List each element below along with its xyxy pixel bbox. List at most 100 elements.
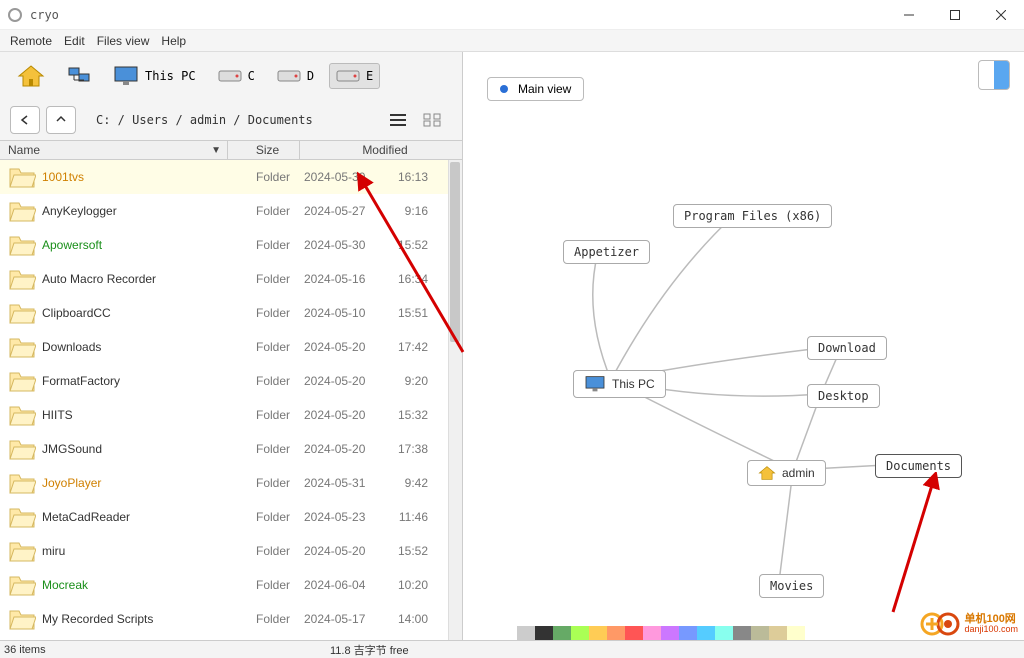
file-name: 1001tvs — [42, 170, 226, 184]
file-type: Folder — [226, 340, 298, 354]
file-type: Folder — [226, 306, 298, 320]
color-strip — [499, 626, 805, 640]
file-date: 2024-05-20 — [298, 374, 378, 388]
color-swatch[interactable] — [571, 626, 589, 640]
node-desktop[interactable]: Desktop — [807, 384, 880, 408]
file-row[interactable]: JMGSound Folder 2024-05-20 17:38 — [0, 432, 462, 466]
color-swatch[interactable] — [607, 626, 625, 640]
node-admin[interactable]: admin — [747, 460, 826, 486]
node-appetizer[interactable]: Appetizer — [563, 240, 650, 264]
color-swatch[interactable] — [661, 626, 679, 640]
drive-d-button[interactable]: D — [270, 63, 321, 89]
status-free: 11.8 吉字节 free — [320, 642, 409, 658]
menu-files-view[interactable]: Files view — [97, 34, 150, 48]
drive-toolbar: This PC C D E — [0, 52, 462, 100]
color-swatch[interactable] — [535, 626, 553, 640]
file-row[interactable]: My Recorded Scripts Folder 2024-05-17 14… — [0, 602, 462, 636]
color-swatch[interactable] — [643, 626, 661, 640]
file-time: 9:42 — [378, 476, 428, 490]
folder-icon — [8, 436, 36, 462]
network-button[interactable] — [60, 61, 98, 91]
status-items: 36 items — [0, 644, 320, 656]
drive-e-label: E — [366, 69, 373, 83]
color-swatch[interactable] — [697, 626, 715, 640]
file-row[interactable]: HIITS Folder 2024-05-20 15:32 — [0, 398, 462, 432]
watermark-line2: danji100.com — [964, 625, 1018, 634]
red-arrow-annotation — [883, 472, 1003, 622]
grid-view-button[interactable] — [418, 108, 446, 132]
color-swatch[interactable] — [715, 626, 733, 640]
file-date: 2024-05-17 — [298, 612, 378, 626]
list-header: Name▼ Size Modified — [0, 140, 462, 160]
maximize-button[interactable] — [932, 0, 978, 30]
file-type: Folder — [226, 544, 298, 558]
file-time: 9:20 — [378, 374, 428, 388]
file-type: Folder — [226, 510, 298, 524]
statusbar: 36 items 11.8 吉字节 free — [0, 640, 1024, 658]
folder-icon — [8, 266, 36, 292]
home-icon — [758, 465, 776, 481]
disk-icon — [336, 68, 360, 84]
file-name: Apowersoft — [42, 238, 226, 252]
folder-icon — [8, 300, 36, 326]
color-swatch[interactable] — [733, 626, 751, 640]
breadcrumb[interactable]: C: / Users / admin / Documents — [82, 113, 378, 127]
col-modified[interactable]: Modified — [300, 141, 462, 159]
color-swatch[interactable] — [625, 626, 643, 640]
col-size[interactable]: Size — [228, 141, 300, 159]
file-type: Folder — [226, 578, 298, 592]
folder-icon — [8, 470, 36, 496]
color-swatch[interactable] — [553, 626, 571, 640]
color-swatch[interactable] — [769, 626, 787, 640]
node-this-pc[interactable]: This PC — [573, 370, 666, 398]
file-type: Folder — [226, 442, 298, 456]
file-row[interactable]: miru Folder 2024-05-20 15:52 — [0, 534, 462, 568]
file-row[interactable]: JoyoPlayer Folder 2024-05-31 9:42 — [0, 466, 462, 500]
node-download[interactable]: Download — [807, 336, 887, 360]
drive-c-button[interactable]: C — [211, 63, 262, 89]
file-row[interactable]: Mocreak Folder 2024-06-04 10:20 — [0, 568, 462, 602]
file-row[interactable]: FormatFactory Folder 2024-05-20 9:20 — [0, 364, 462, 398]
file-row[interactable]: MetaCadReader Folder 2024-05-23 11:46 — [0, 500, 462, 534]
menu-edit[interactable]: Edit — [64, 34, 85, 48]
this-pc-label: This PC — [145, 69, 196, 83]
file-date: 2024-05-23 — [298, 510, 378, 524]
drive-e-button[interactable]: E — [329, 63, 380, 89]
folder-icon — [8, 368, 36, 394]
file-time: 15:52 — [378, 544, 428, 558]
color-swatch[interactable] — [679, 626, 697, 640]
disk-icon — [277, 68, 301, 84]
back-button[interactable] — [10, 106, 40, 134]
minimize-button[interactable] — [886, 0, 932, 30]
file-type: Folder — [226, 170, 298, 184]
menu-help[interactable]: Help — [161, 34, 186, 48]
home-icon — [17, 64, 45, 88]
up-button[interactable] — [46, 106, 76, 134]
file-name: JMGSound — [42, 442, 226, 456]
col-name[interactable]: Name▼ — [0, 141, 228, 159]
color-swatch[interactable] — [751, 626, 769, 640]
color-swatch[interactable] — [787, 626, 805, 640]
file-name: MetaCadReader — [42, 510, 226, 524]
node-program-files[interactable]: Program Files (x86) — [673, 204, 832, 228]
file-type: Folder — [226, 204, 298, 218]
home-button[interactable] — [10, 59, 52, 93]
node-movies[interactable]: Movies — [759, 574, 824, 598]
list-view-button[interactable] — [384, 108, 412, 132]
sort-arrow-icon: ▼ — [211, 145, 221, 156]
close-button[interactable] — [978, 0, 1024, 30]
watermark-logo-icon — [920, 610, 960, 638]
folder-icon — [8, 198, 36, 224]
folder-icon — [8, 334, 36, 360]
drive-d-label: D — [307, 69, 314, 83]
file-name: HIITS — [42, 408, 226, 422]
right-pane: Main view Appetizer Program Files (x86) … — [463, 52, 1024, 640]
color-swatch[interactable] — [499, 626, 517, 640]
file-type: Folder — [226, 238, 298, 252]
menu-remote[interactable]: Remote — [10, 34, 52, 48]
file-date: 2024-06-04 — [298, 578, 378, 592]
this-pc-button[interactable]: This PC — [106, 60, 203, 92]
color-swatch[interactable] — [517, 626, 535, 640]
titlebar: cryo — [0, 0, 1024, 30]
color-swatch[interactable] — [589, 626, 607, 640]
